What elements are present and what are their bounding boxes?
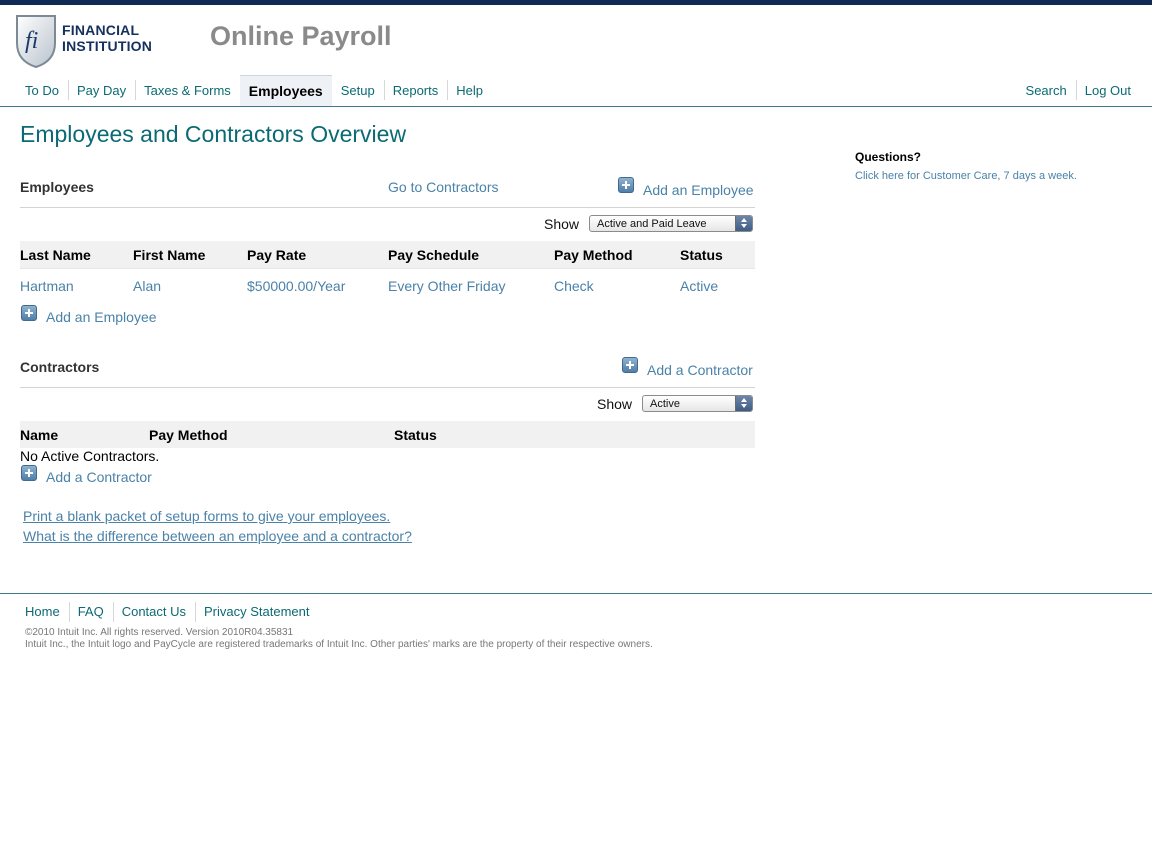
column-header-status[interactable]: Status (680, 247, 723, 263)
employees-heading: Employees (20, 179, 94, 195)
nav-tab-taxes-forms[interactable]: Taxes & Forms (135, 75, 240, 106)
column-header-last-name[interactable]: Last Name (20, 247, 91, 263)
footer-link-privacy-statement[interactable]: Privacy Statement (195, 601, 319, 623)
cell-first-name[interactable]: Alan (133, 278, 161, 294)
footer-link-home[interactable]: Home (16, 601, 69, 623)
questions-heading: Questions? (855, 150, 922, 164)
nav-tab-employees[interactable]: Employees (239, 75, 332, 106)
add-employee-link-bottom[interactable]: Add an Employee (46, 309, 157, 325)
column-header-pay-method[interactable]: Pay Method (554, 247, 633, 263)
table-header-divider (20, 268, 755, 269)
nav-tab-reports[interactable]: Reports (383, 75, 448, 106)
employees-show-value: Active and Paid Leave (597, 218, 707, 230)
column-header-status[interactable]: Status (394, 427, 437, 443)
contractors-show-value: Active (650, 398, 680, 410)
add-employee-link-top[interactable]: Add an Employee (643, 182, 754, 198)
nav-tab-to-do[interactable]: To Do (16, 75, 68, 106)
app-title: Online Payroll (210, 21, 392, 51)
logo-line-2: INSTITUTION (62, 38, 153, 54)
section-divider (20, 387, 755, 388)
column-header-pay-rate[interactable]: Pay Rate (247, 247, 306, 263)
cell-pay-method[interactable]: Check (554, 278, 594, 294)
cell-status[interactable]: Active (680, 278, 718, 294)
main-nav: To Do Pay Day Taxes & Forms Employees Se… (16, 75, 492, 106)
copyright-text: ©2010 Intuit Inc. All rights reserved. V… (25, 627, 294, 638)
footer-nav: Home FAQ Contact Us Privacy Statement (16, 601, 319, 623)
add-icon[interactable] (622, 357, 638, 373)
footer-link-contact-us[interactable]: Contact Us (112, 601, 195, 623)
footer-divider (0, 593, 1152, 594)
logo-wordmark: FINANCIAL INSTITUTION (62, 22, 152, 54)
column-header-first-name[interactable]: First Name (133, 247, 205, 263)
contractors-show-label: Show (597, 396, 633, 412)
add-icon[interactable] (21, 465, 37, 481)
select-arrows-icon (735, 216, 752, 231)
add-icon[interactable] (21, 305, 37, 321)
utility-nav: Search Log Out (1017, 75, 1140, 106)
no-contractors-message: No Active Contractors. (20, 448, 160, 464)
nav-tab-pay-day[interactable]: Pay Day (67, 75, 135, 106)
section-divider (20, 207, 755, 208)
search-link[interactable]: Search (1017, 75, 1076, 106)
contractors-table-header: Name Pay Method Status (20, 421, 755, 448)
nav-tab-setup[interactable]: Setup (332, 75, 384, 106)
employee-vs-contractor-link[interactable]: What is the difference between an employ… (23, 528, 412, 544)
add-contractor-link-bottom[interactable]: Add a Contractor (46, 469, 152, 485)
customer-care-link[interactable]: Click here for Customer Care, 7 days a w… (855, 170, 1077, 182)
svg-text:fi: fi (25, 28, 38, 54)
shield-logo-icon: fi (16, 15, 56, 69)
contractors-show-select[interactable]: Active (642, 395, 753, 412)
log-out-link[interactable]: Log Out (1075, 75, 1140, 106)
print-blank-packet-link[interactable]: Print a blank packet of setup forms to g… (23, 508, 390, 524)
select-arrows-icon (735, 396, 752, 411)
page-title: Employees and Contractors Overview (20, 121, 407, 147)
cell-pay-schedule[interactable]: Every Other Friday (388, 278, 505, 294)
cell-pay-rate[interactable]: $50000.00/Year (247, 278, 345, 294)
employees-table-header: Last Name First Name Pay Rate Pay Schedu… (20, 241, 755, 268)
column-header-name[interactable]: Name (20, 427, 58, 443)
table-row[interactable]: Hartman Alan $50000.00/Year Every Other … (20, 278, 755, 296)
contractors-heading: Contractors (20, 359, 100, 375)
nav-divider (0, 106, 1152, 107)
add-icon[interactable] (618, 177, 634, 193)
financial-institution-logo[interactable]: fi FINANCIAL INSTITUTION (14, 13, 174, 69)
column-header-pay-method[interactable]: Pay Method (149, 427, 228, 443)
nav-tab-help[interactable]: Help (447, 75, 492, 106)
footer-link-faq[interactable]: FAQ (68, 601, 113, 623)
cell-last-name[interactable]: Hartman (20, 278, 74, 294)
employees-show-label: Show (544, 216, 580, 232)
add-contractor-link-top[interactable]: Add a Contractor (647, 362, 753, 378)
employees-show-select[interactable]: Active and Paid Leave (589, 215, 753, 232)
trademark-text: Intuit Inc., the Intuit logo and PayCycl… (25, 639, 653, 650)
go-to-contractors-link[interactable]: Go to Contractors (388, 179, 499, 195)
column-header-pay-schedule[interactable]: Pay Schedule (388, 247, 479, 263)
logo-line-1: FINANCIAL (62, 22, 140, 38)
top-accent-bar (0, 0, 1152, 5)
